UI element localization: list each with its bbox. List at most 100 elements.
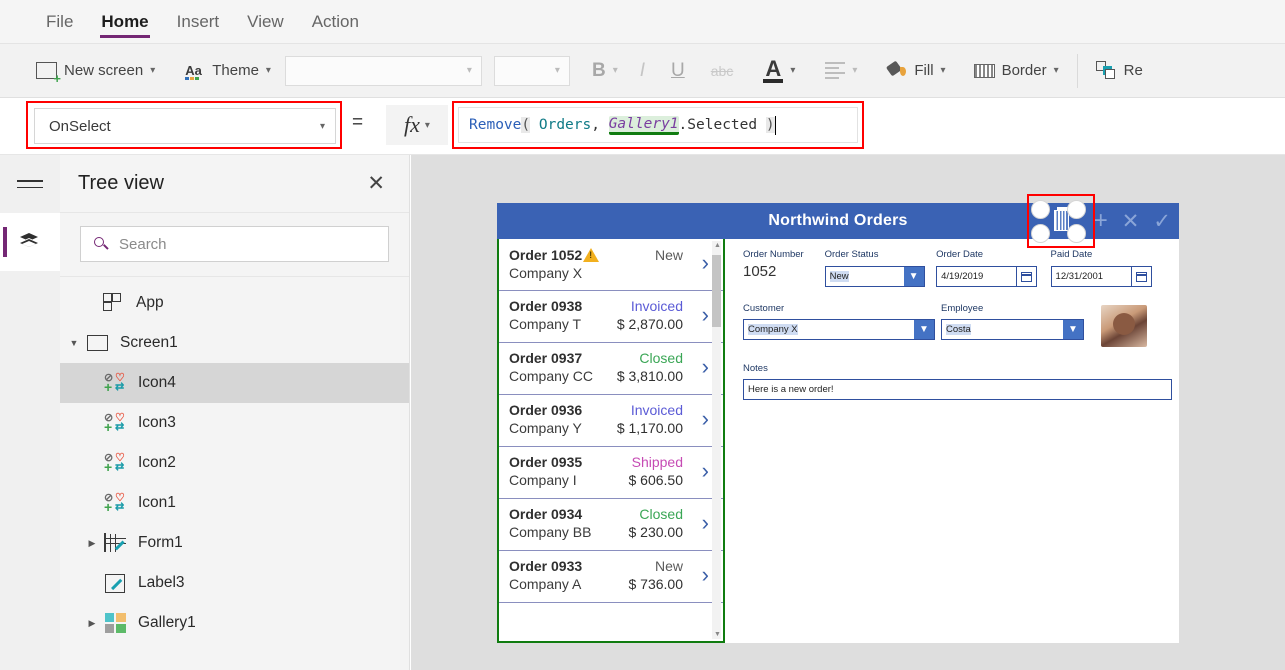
chevron-right-icon[interactable]: › <box>702 304 709 326</box>
notes-input[interactable]: Here is a new order! <box>743 379 1172 400</box>
align-button[interactable]: ▾ <box>817 51 865 91</box>
close-icon[interactable]: ✕ <box>367 173 385 194</box>
cancel-icon[interactable]: ✕ <box>1122 211 1140 232</box>
icon-quad-icon: ⊘ ♡ + ⇄ <box>104 372 125 395</box>
order-status: Invoiced <box>630 298 683 314</box>
chevron-down-icon[interactable]: ▾ <box>150 65 155 76</box>
chevron-down-icon[interactable]: ▾ <box>613 65 618 76</box>
strikethrough-button[interactable]: abc <box>711 63 734 79</box>
tree-item-gallery1[interactable]: ▶ Gallery1 <box>60 603 409 643</box>
tree-item-label3[interactable]: Label3 <box>60 563 409 603</box>
tree-item-icon4[interactable]: ⊘ ♡ + ⇄ Icon4 <box>60 363 409 403</box>
gallery-row[interactable]: Order 0934 Closed Company BB $ 230.00 › <box>499 499 723 551</box>
calendar-icon[interactable] <box>1016 267 1037 286</box>
chevron-right-icon[interactable]: › <box>702 512 709 534</box>
order-id: Order 0935 <box>509 454 583 470</box>
resize-handle-top-right[interactable] <box>1067 200 1086 219</box>
edit-form: Order Number 1052 Order Status New ▼ Ord… <box>729 239 1179 643</box>
font-family-select[interactable]: ▾ <box>284 55 482 86</box>
calendar-icon[interactable] <box>1130 267 1151 286</box>
property-dropdown[interactable]: OnSelect ▾ <box>34 108 336 144</box>
tree-item-form1[interactable]: ▶ Form1 <box>60 523 409 563</box>
scroll-up-icon[interactable]: ▲ <box>714 242 721 249</box>
gallery-row[interactable]: Order 0936 Invoiced Company Y $ 1,170.00… <box>499 395 723 447</box>
company-name: Company BB <box>509 524 592 540</box>
chevron-down-icon: ▾ <box>466 65 472 76</box>
plus-icon[interactable]: + <box>1094 209 1108 233</box>
field-value: Here is a new order! <box>748 384 834 395</box>
order-status-dropdown[interactable]: New ▼ <box>824 266 925 287</box>
hamburger-menu-button[interactable] <box>0 155 60 213</box>
tree-view-panel: Tree view ✕ Search App ▼ Screen1 ⊘ ♡ + ⇄… <box>60 155 410 670</box>
italic-button[interactable]: I <box>640 60 645 82</box>
menu-item-file[interactable]: File <box>32 0 87 44</box>
tree-item-label: Gallery1 <box>138 614 196 631</box>
gallery-control[interactable]: Order 1052 New Company X › Order 0938 In… <box>497 239 725 643</box>
menu-item-action[interactable]: Action <box>298 0 373 44</box>
chevron-right-icon[interactable]: › <box>702 356 709 378</box>
resize-handle-top-left[interactable] <box>1031 200 1050 219</box>
tree-item-icon3[interactable]: ⊘ ♡ + ⇄ Icon3 <box>60 403 409 443</box>
chevron-down-icon[interactable]: ▾ <box>425 120 430 131</box>
rail-item-tree-view[interactable] <box>0 213 60 271</box>
chevron-right-icon[interactable]: ▶ <box>84 618 100 629</box>
field-employee: Employee Costa ▼ <box>941 303 1091 347</box>
search-box[interactable] <box>80 226 389 262</box>
fx-button[interactable]: fx ▾ <box>386 105 448 145</box>
check-icon[interactable]: ✓ <box>1153 211 1171 232</box>
chevron-down-icon[interactable]: ▾ <box>790 65 795 76</box>
border-button[interactable]: Border ▾ <box>966 51 1067 91</box>
app-icon <box>98 293 128 313</box>
reorder-button[interactable]: Re <box>1088 51 1151 91</box>
search-input[interactable] <box>119 235 349 253</box>
menu-item-view[interactable]: View <box>233 0 298 44</box>
scroll-down-icon[interactable]: ▼ <box>714 631 721 638</box>
order-date-input[interactable]: 4/19/2019 <box>936 266 1038 287</box>
tree-item-icon1[interactable]: ⊘ ♡ + ⇄ Icon1 <box>60 483 409 523</box>
chevron-right-icon[interactable]: › <box>702 460 709 482</box>
gallery-row[interactable]: Order 0933 New Company A $ 736.00 › <box>499 551 723 603</box>
bold-button[interactable]: B ▾ <box>584 51 626 91</box>
chevron-right-icon[interactable]: › <box>702 564 709 586</box>
fill-label: Fill <box>914 62 934 79</box>
chevron-down-icon[interactable]: ▼ <box>66 338 82 348</box>
font-color-button[interactable]: A ▾ <box>755 51 803 91</box>
gallery-row[interactable]: Order 0938 Invoiced Company T $ 2,870.00… <box>499 291 723 343</box>
company-name: Company A <box>509 576 582 592</box>
font-size-select[interactable]: ▾ <box>493 55 570 86</box>
chevron-down-icon[interactable]: ▼ <box>1063 320 1083 339</box>
gallery-row[interactable]: Order 1052 New Company X › <box>499 239 723 291</box>
customer-dropdown[interactable]: Company X ▼ <box>743 319 935 340</box>
chevron-down-icon[interactable]: ▼ <box>914 320 934 339</box>
formula-token-property: .Selected <box>678 117 766 133</box>
formula-input[interactable]: Remove( Orders, Gallery1 .Selected ) <box>458 107 858 143</box>
chevron-down-icon[interactable]: ▾ <box>852 65 857 76</box>
chevron-right-icon[interactable]: ▶ <box>84 538 100 549</box>
theme-button[interactable]: Aa Theme ▾ <box>177 51 279 91</box>
scrollbar-thumb[interactable] <box>712 255 721 327</box>
employee-dropdown[interactable]: Costa ▼ <box>941 319 1084 340</box>
tree-item-label: Form1 <box>138 534 183 551</box>
chevron-right-icon[interactable]: › <box>702 408 709 430</box>
chevron-right-icon[interactable]: › <box>702 252 709 274</box>
menu-item-insert[interactable]: Insert <box>163 0 234 44</box>
field-value: New <box>829 271 849 282</box>
underline-button[interactable]: U <box>671 60 685 82</box>
gallery-scrollbar[interactable]: ▲ ▼ <box>712 241 721 639</box>
new-screen-button[interactable]: + New screen ▾ <box>28 51 163 91</box>
gallery-row[interactable]: Order 0935 Shipped Company I $ 606.50 › <box>499 447 723 499</box>
menu-item-home[interactable]: Home <box>87 0 162 44</box>
chevron-down-icon[interactable]: ▾ <box>1054 65 1059 76</box>
icon-quad-icon: ⊘ ♡ + ⇄ <box>104 492 125 515</box>
tree-item-screen1[interactable]: ▼ Screen1 <box>60 323 409 363</box>
paid-date-input[interactable]: 12/31/2001 <box>1050 266 1152 287</box>
tree-item-app[interactable]: App <box>60 283 409 323</box>
app-canvas[interactable]: Northwind Orders + ✕ ✓ Order 1052! New C… <box>411 155 1285 670</box>
chevron-down-icon[interactable]: ▾ <box>266 65 271 76</box>
border-label: Border <box>1001 62 1047 79</box>
tree-item-icon2[interactable]: ⊘ ♡ + ⇄ Icon2 <box>60 443 409 483</box>
fill-button[interactable]: Fill ▾ <box>879 51 953 91</box>
gallery-row[interactable]: Order 0937 Closed Company CC $ 3,810.00 … <box>499 343 723 395</box>
chevron-down-icon[interactable]: ▼ <box>903 267 924 286</box>
chevron-down-icon[interactable]: ▾ <box>941 65 946 76</box>
